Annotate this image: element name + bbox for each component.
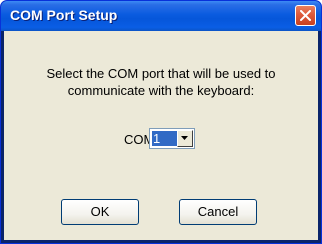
com-port-select[interactable]: 1: [149, 128, 195, 149]
dropdown-button[interactable]: [177, 130, 193, 147]
window-title: COM Port Setup: [10, 7, 118, 23]
ok-button[interactable]: OK: [61, 199, 139, 225]
com-port-value: 1: [152, 131, 177, 146]
instruction-line-1: Select the COM port that will be used to: [46, 66, 276, 81]
cancel-button[interactable]: Cancel: [179, 199, 257, 225]
close-icon: [300, 10, 311, 21]
dialog-window: COM Port Setup Select the COM port that …: [0, 0, 322, 244]
chevron-down-icon: [181, 136, 188, 140]
instruction-line-2: communicate with the keyboard:: [67, 83, 255, 98]
title-bar[interactable]: COM Port Setup: [1, 1, 321, 31]
dialog-body: Select the COM port that will be used to…: [4, 31, 318, 240]
close-button[interactable]: [295, 5, 316, 26]
instruction-text: Select the COM port that will be used to…: [4, 65, 318, 99]
